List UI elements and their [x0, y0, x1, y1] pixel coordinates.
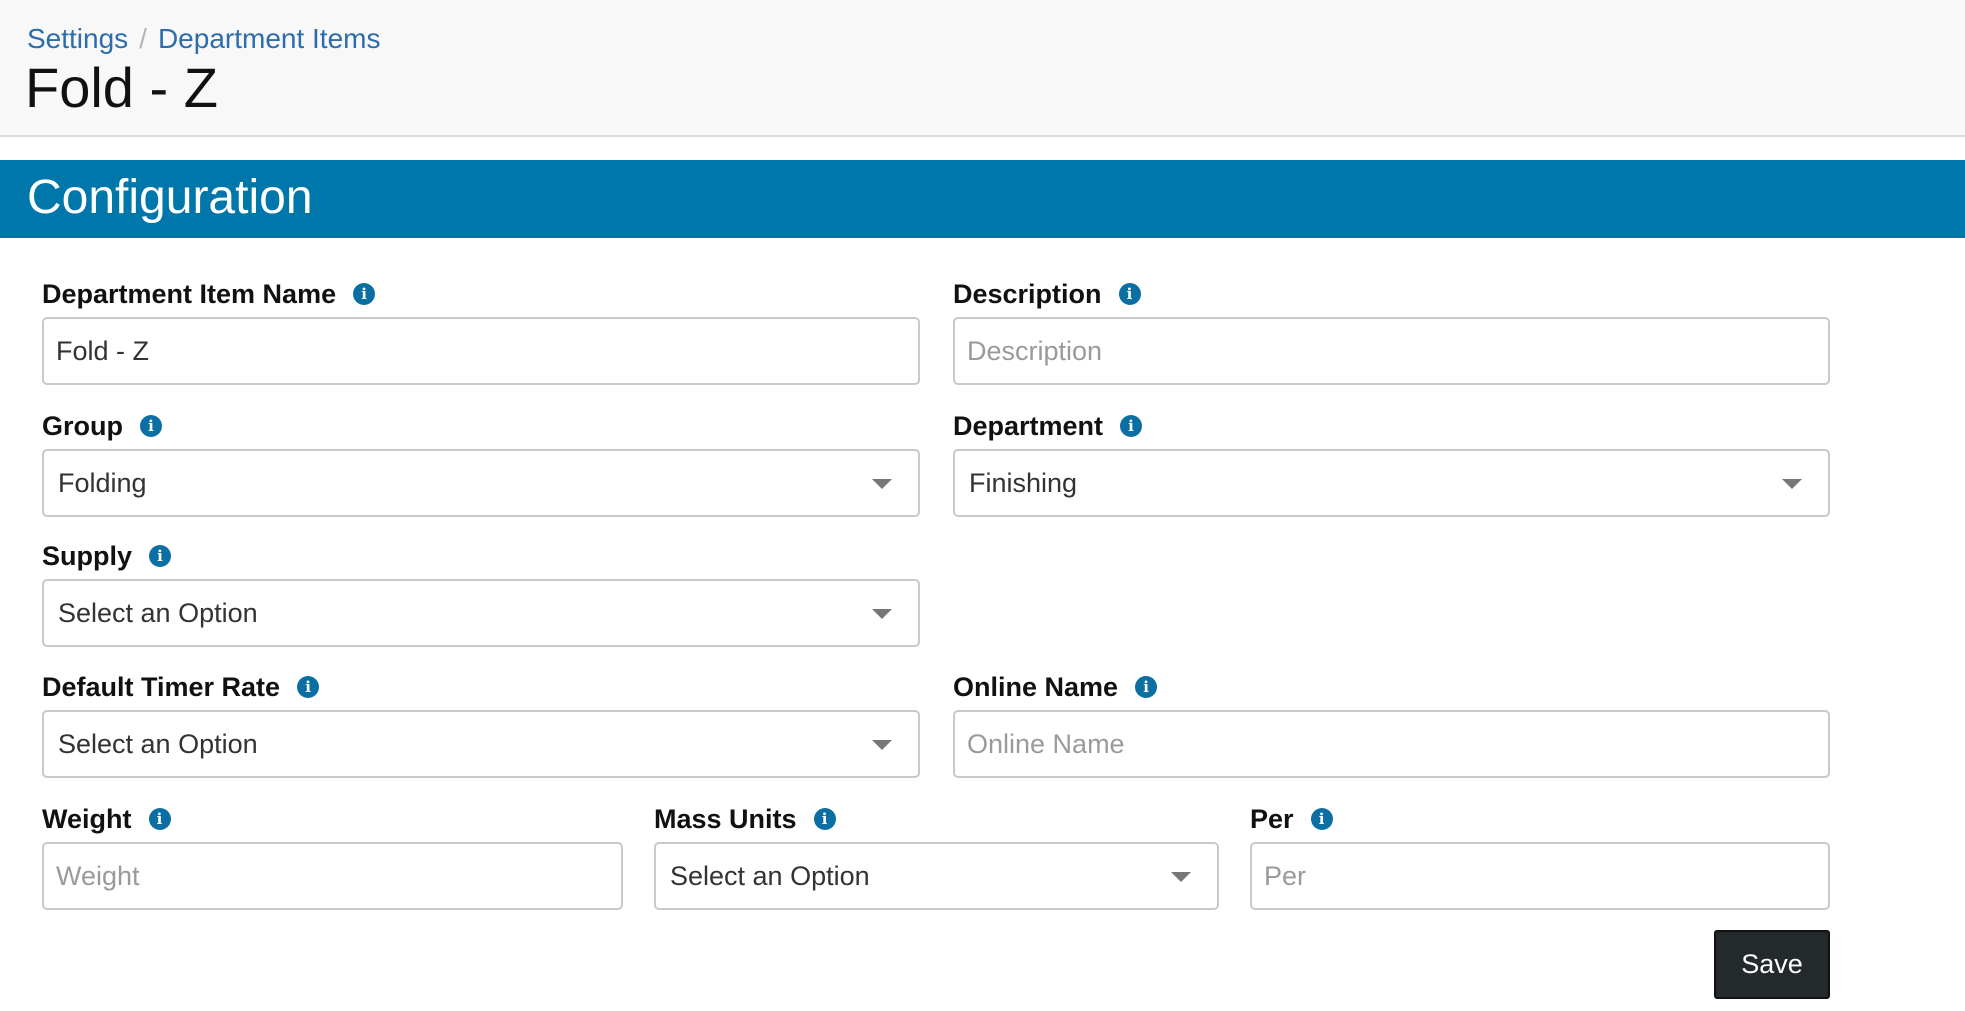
page-title: Fold - Z: [25, 56, 218, 119]
default-timer-rate-field: Default Timer Rate i Select an Option: [42, 670, 920, 778]
info-icon[interactable]: i: [297, 676, 320, 698]
mass-units-label: Mass Units: [654, 804, 797, 834]
info-icon[interactable]: i: [140, 415, 162, 437]
info-icon[interactable]: i: [1135, 676, 1158, 698]
weight-input[interactable]: [42, 842, 623, 910]
supply-field: Supply i Select an Option: [42, 539, 920, 647]
department-selected-value: Finishing: [969, 468, 1078, 498]
section-banner: Configuration: [0, 160, 1965, 238]
department-label: Department: [953, 411, 1104, 441]
supply-selected-value: Select an Option: [58, 598, 258, 628]
info-icon[interactable]: i: [1310, 808, 1333, 830]
info-icon[interactable]: i: [1118, 283, 1141, 305]
supply-select[interactable]: Select an Option: [42, 579, 920, 647]
chevron-down-icon: [1171, 872, 1191, 882]
description-field: Description i: [953, 277, 1830, 385]
chevron-down-icon: [872, 479, 892, 489]
breadcrumb-separator: /: [139, 23, 147, 54]
breadcrumb: Settings / Department Items: [27, 22, 380, 56]
chevron-down-icon: [1782, 479, 1802, 489]
breadcrumb-department-items-link[interactable]: Department Items: [158, 22, 381, 56]
group-select[interactable]: Folding: [42, 449, 920, 517]
department-item-name-label: Department Item Name: [42, 279, 337, 309]
online-name-input[interactable]: [953, 710, 1830, 778]
weight-field: Weight i: [42, 802, 623, 910]
mass-units-selected-value: Select an Option: [670, 861, 870, 891]
group-selected-value: Folding: [58, 468, 147, 498]
group-label: Group: [42, 411, 123, 441]
breadcrumb-settings-link[interactable]: Settings: [27, 22, 128, 56]
info-icon[interactable]: i: [353, 283, 376, 305]
department-item-name-input[interactable]: [42, 317, 920, 385]
department-select[interactable]: Finishing: [953, 449, 1830, 517]
info-icon[interactable]: i: [1120, 415, 1143, 437]
save-button[interactable]: Save: [1714, 930, 1830, 999]
per-label: Per: [1250, 804, 1294, 834]
department-item-name-field: Department Item Name i: [42, 277, 920, 385]
default-timer-rate-label: Default Timer Rate: [42, 672, 281, 702]
weight-label: Weight: [42, 804, 132, 834]
info-icon[interactable]: i: [813, 808, 836, 830]
group-field: Group i Folding: [42, 409, 920, 517]
per-input[interactable]: [1250, 842, 1830, 910]
chevron-down-icon: [872, 609, 892, 619]
mass-units-select[interactable]: Select an Option: [654, 842, 1219, 910]
online-name-label: Online Name: [953, 672, 1119, 702]
description-label: Description: [953, 279, 1102, 309]
default-timer-rate-selected-value: Select an Option: [58, 729, 258, 759]
section-title: Configuration: [27, 171, 313, 224]
per-field: Per i: [1250, 802, 1830, 910]
info-icon[interactable]: i: [148, 808, 171, 830]
chevron-down-icon: [872, 740, 892, 750]
department-field: Department i Finishing: [953, 409, 1830, 517]
online-name-field: Online Name i: [953, 670, 1830, 778]
default-timer-rate-select[interactable]: Select an Option: [42, 710, 920, 778]
mass-units-field: Mass Units i Select an Option: [654, 802, 1219, 910]
description-input[interactable]: [953, 317, 1830, 385]
supply-label: Supply: [42, 541, 133, 571]
info-icon[interactable]: i: [149, 545, 172, 567]
page-header: Settings / Department Items Fold - Z: [0, 0, 1965, 137]
